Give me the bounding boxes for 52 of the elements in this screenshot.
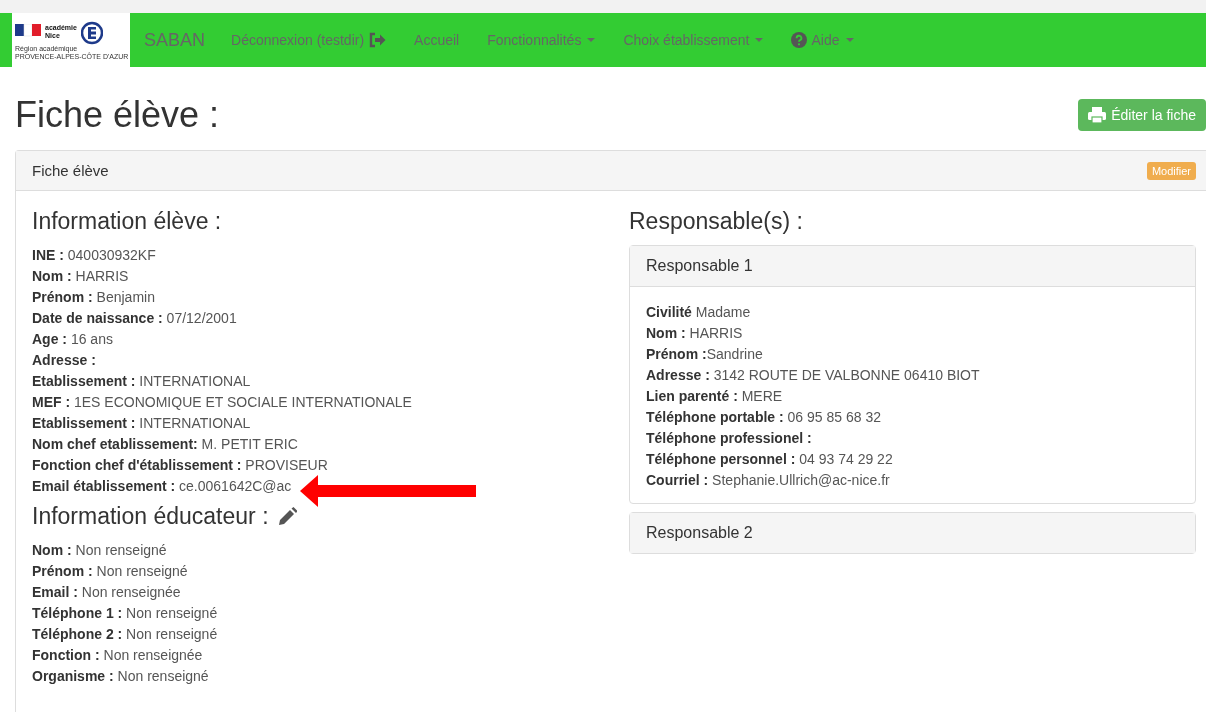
info-line: Prénom : Non renseigné [32,562,188,581]
help-icon [791,32,808,48]
guardian-title[interactable]: Responsable 1 [630,246,1195,287]
info-line: Adresse : 3142 ROUTE DE VALBONNE 06410 BIOT [646,366,980,385]
info-line: Date de naissance : 07/12/2001 [32,309,237,328]
section-heading: Information éducateur : [32,503,269,530]
info-line: Courriel : Stephanie.Ullrich@ac-nice.fr [646,471,890,490]
info-line: Téléphone 2 : Non renseigné [32,625,218,644]
info-line: Age : 16 ans [32,330,113,349]
caret-icon [587,38,596,42]
info-line: Nom chef etablissement: M. PETIT ERIC [32,435,298,454]
info-line: Fonction : Non renseignée [32,646,203,665]
info-line: Téléphone portable : 06 95 85 68 32 [646,408,881,427]
section-heading: Information élève : [32,208,223,235]
brand-link[interactable]: SABAN [144,29,206,51]
nav-link[interactable]: Aide [777,32,868,48]
info-line: Téléphone personnel : 04 93 74 29 22 [646,450,893,469]
info-line: Etablissement : INTERNATIONAL [32,414,251,433]
info-line: Nom : HARRIS [646,324,743,343]
nav-link[interactable]: Accueil [400,32,474,48]
info-line: MEF : 1ES ECONOMIQUE ET SOCIALE INTERNATIONALE [32,393,412,412]
edit-button[interactable]: Modifier [1146,161,1196,180]
info-line: Prénom :Sandrine [646,345,763,364]
panel-title: Fiche élève [32,162,109,179]
flag-icon [15,24,41,40]
pencil-icon[interactable] [276,506,297,527]
info-line: Email établissement : ce.0061642C@ac [32,477,292,496]
info-line: Organisme : Non renseigné [32,667,209,686]
guardian-title[interactable]: Responsable 2 [630,513,1195,553]
info-line: Fonction chef d'établissement : PROVISEUR [32,456,328,475]
section-heading: Responsable(s) : [629,208,804,235]
info-line: Nom : HARRIS [32,267,129,286]
print-button[interactable]: Éditer la fiche [1078,98,1206,131]
info-line: Lien parenté : MERE [646,387,783,406]
printer-icon [1088,106,1107,123]
info-line: Email : Non renseignée [32,583,181,602]
nav-link[interactable]: Fonctionnalités [473,32,610,48]
info-line: Adresse : [32,351,96,370]
nav-link[interactable]: Choix établissement [609,32,778,48]
nav-link[interactable]: Déconnexion (testdir) [217,32,401,48]
letter-e-logo-icon [80,19,103,45]
caret-icon [845,38,854,42]
info-line: Prénom : Benjamin [32,288,155,307]
info-line: Téléphone 1 : Non renseigné [32,604,218,623]
page-title: Fiche élève : [15,93,220,136]
logout-icon [368,32,387,48]
info-line: Civilité Madame [646,303,751,322]
info-line: INE : 040030932KF [32,246,156,265]
info-line: Etablissement : INTERNATIONAL [32,372,251,391]
info-line: Nom : Non renseigné [32,541,167,560]
info-line: Téléphone professionel : [646,429,812,448]
caret-icon [755,38,764,42]
